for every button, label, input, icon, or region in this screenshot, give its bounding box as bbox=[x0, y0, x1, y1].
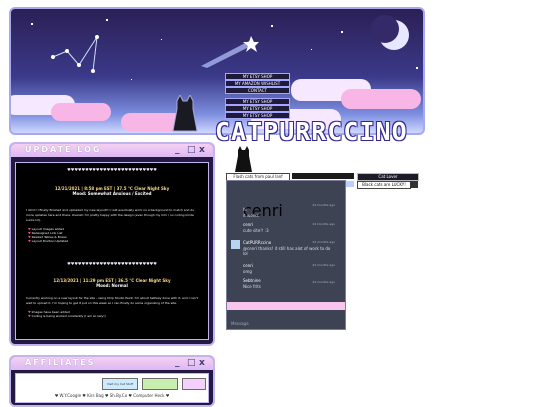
window-title: UPDATE LOG bbox=[25, 145, 102, 154]
post-text: I did it! I finally finished and uploade… bbox=[26, 208, 195, 222]
message-time: 24 months ago bbox=[312, 222, 335, 226]
affiliates-body: Visit my Cat Stuff ♥ W.Y.Coogle ♥ Kirs B… bbox=[15, 373, 209, 403]
star-icon bbox=[161, 39, 162, 40]
star-icon bbox=[311, 49, 312, 50]
hearts-divider: ♥♥♥♥♥♥♥♥♥♥♥♥♥♥♥♥♥♥♥♥♥♥♥♥♥ bbox=[67, 261, 157, 266]
message-text: hi bbox=[243, 207, 247, 212]
affiliate-button[interactable]: Visit my Cat Stuff bbox=[102, 378, 138, 390]
update-log-window: UPDATE LOG _ □ x ♥♥♥♥♥♥♥♥♥♥♥♥♥♥♥♥♥♥♥♥♥♥♥… bbox=[9, 142, 215, 346]
message-time: 24 months ago bbox=[312, 203, 335, 207]
window-title: AFFILIATES bbox=[25, 358, 96, 367]
affiliate-button[interactable] bbox=[182, 378, 206, 390]
message-author: Sebtnine bbox=[243, 278, 261, 283]
header-banner bbox=[9, 7, 425, 135]
message-text: it works bbox=[243, 213, 259, 218]
menu-item-wishlist[interactable]: MY AMAZON WISHLIST bbox=[225, 80, 290, 87]
message-author: cenri bbox=[243, 222, 253, 227]
message-time: 24 months ago bbox=[312, 263, 335, 267]
star-icon bbox=[31, 23, 33, 25]
menu-item-contact[interactable]: CONTACT bbox=[225, 87, 290, 94]
post-mood: Mood: Somewhat Anxious / Excited bbox=[72, 191, 152, 196]
site-title: CATPURRCCINO bbox=[215, 117, 408, 146]
minimize-icon[interactable]: _ bbox=[175, 145, 180, 155]
list-item: Coding is being worked constantly (I am … bbox=[28, 314, 208, 318]
message-text: Nice frits bbox=[243, 284, 261, 289]
star-icon bbox=[416, 67, 418, 69]
star-icon bbox=[341, 31, 343, 33]
maximize-icon[interactable]: □ bbox=[187, 358, 196, 368]
cat-lover-select[interactable]: Cat Lover bbox=[357, 173, 419, 181]
minimize-icon[interactable]: _ bbox=[175, 358, 180, 368]
topbar-spacer bbox=[292, 173, 354, 179]
shooting-star-icon bbox=[201, 36, 259, 68]
message-time: 24 months ago bbox=[312, 240, 335, 244]
cat-icon bbox=[235, 146, 252, 172]
update-log-body: ♥♥♥♥♥♥♥♥♥♥♥♥♥♥♥♥♥♥♥♥♥♥♥♥♥ 12/21/2021 | 8… bbox=[15, 162, 209, 340]
menu-item-etsy[interactable]: MY ETSY SHOP bbox=[225, 73, 290, 80]
message-input[interactable]: Message bbox=[231, 321, 249, 326]
chat-toolbar[interactable] bbox=[227, 302, 345, 310]
star-icon bbox=[106, 19, 108, 21]
cat-icon bbox=[410, 181, 418, 188]
window-titlebar: AFFILIATES _ □ x bbox=[11, 357, 213, 370]
menu-item-etsy[interactable]: MY ETSY SHOP bbox=[225, 98, 290, 105]
cloud bbox=[341, 89, 421, 109]
affiliate-button[interactable] bbox=[142, 378, 178, 390]
message-time: 24 months ago bbox=[312, 280, 335, 284]
star-icon bbox=[131, 79, 132, 80]
hearts-divider: ♥♥♥♥♥♥♥♥♥♥♥♥♥♥♥♥♥♥♥♥♥♥♥♥♥ bbox=[67, 167, 157, 172]
post-text: Currently working on a new layout for th… bbox=[26, 296, 198, 305]
chat-widget: cenri 24 months ago hi it works cenri 24… bbox=[226, 180, 346, 330]
message-text: cute site!! :3 bbox=[243, 228, 269, 233]
moon-shadow bbox=[371, 15, 399, 43]
chat-messages: cenri 24 months ago hi it works cenri 24… bbox=[229, 195, 339, 297]
constellation-icon bbox=[51, 35, 99, 73]
affiliates-window: AFFILIATES _ □ x Visit my Cat Stuff ♥ W.… bbox=[9, 355, 215, 407]
close-icon[interactable]: x bbox=[199, 145, 205, 155]
star-icon bbox=[271, 25, 273, 27]
cloud bbox=[51, 103, 111, 121]
menu-item-etsy[interactable]: MY ETSY SHOP bbox=[225, 105, 290, 112]
window-titlebar: UPDATE LOG _ □ x bbox=[11, 144, 213, 157]
message-text: @cenri thanks! it still has alot of work… bbox=[243, 246, 331, 256]
close-icon[interactable]: x bbox=[199, 358, 205, 368]
message-author: CatPURRccino bbox=[243, 240, 272, 245]
message-author: cenri bbox=[243, 263, 253, 268]
post-mood: Mood: Normal bbox=[96, 283, 128, 288]
lucky-banner: Black cats are LUCKY! bbox=[357, 181, 411, 189]
affiliate-links[interactable]: ♥ W.Y.Coogle ♥ Kirs Bag ♥ Sh.By.Co ♥ Com… bbox=[16, 393, 208, 398]
cat-icon bbox=[172, 95, 198, 132]
avatar[interactable] bbox=[231, 240, 240, 249]
message-text: omg bbox=[243, 269, 252, 274]
maximize-icon[interactable]: □ bbox=[187, 145, 196, 155]
list-item: Layout Position Updated bbox=[28, 239, 208, 243]
